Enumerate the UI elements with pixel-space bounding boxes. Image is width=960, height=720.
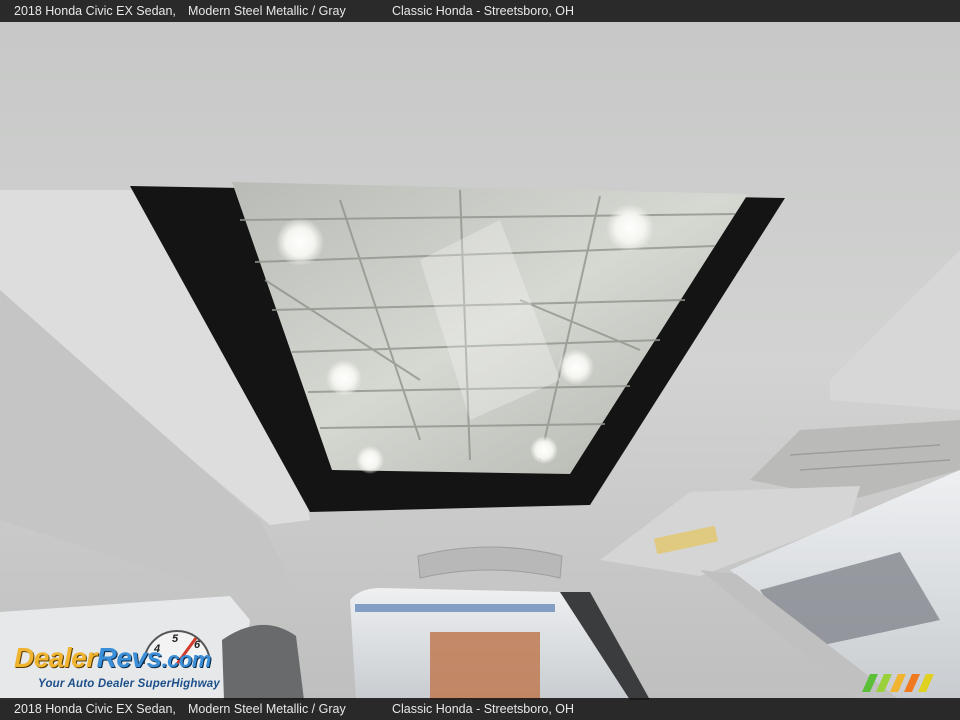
watermark-tagline: Your Auto Dealer SuperHighway	[38, 678, 220, 690]
caption-color: Modern Steel Metallic / Gray	[188, 4, 346, 18]
caption-bar-top: 2018 Honda Civic EX Sedan, Modern Steel …	[0, 0, 960, 22]
car-interior-photo	[0, 0, 960, 720]
wordmark-revs: Revs	[96, 642, 162, 673]
caption-dealer: Classic Honda - Streetsboro, OH	[392, 702, 575, 716]
caption-vehicle: 2018 Honda Civic EX Sedan,	[14, 4, 176, 18]
caption-bar-bottom: 2018 Honda Civic EX Sedan, Modern Steel …	[0, 698, 960, 720]
photo-frame: 2018 Honda Civic EX Sedan, Modern Steel …	[0, 0, 960, 720]
caption-vehicle: 2018 Honda Civic EX Sedan,	[14, 702, 176, 716]
speed-stripes-icon	[862, 674, 934, 692]
caption-dealer: Classic Honda - Streetsboro, OH	[392, 4, 575, 18]
watermark-wordmark: DealerRevs.com	[14, 642, 211, 674]
dealership-wall	[430, 632, 540, 700]
dealerrevs-watermark: 4 5 6 DealerRevs.com Your Auto Dealer Su…	[12, 624, 282, 696]
wordmark-com: .com	[161, 647, 212, 672]
caption-color: Modern Steel Metallic / Gray	[188, 702, 346, 716]
wordmark-dealer: Dealer	[14, 642, 97, 673]
